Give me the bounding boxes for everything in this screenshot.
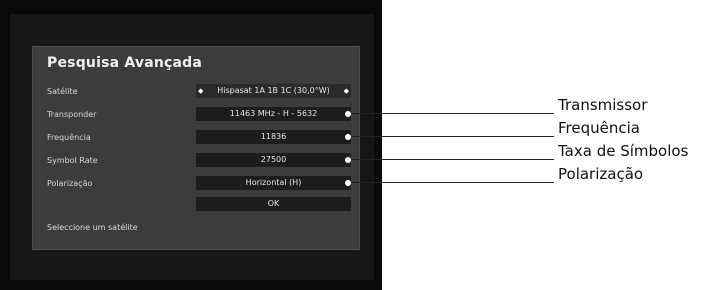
frequency-marker: [345, 134, 351, 140]
polarization-marker: [345, 180, 351, 186]
transponder-marker: [345, 111, 351, 117]
callout-frequencia: Frequência: [558, 119, 640, 137]
frequency-label: Frequência: [47, 133, 91, 142]
polarization-label: Polarização: [47, 179, 93, 188]
symbol-rate-marker: [345, 157, 351, 163]
hint-text: Seleccione um satélite: [47, 223, 138, 232]
leader-line-transmissor: [351, 113, 554, 114]
callout-transmissor: Transmissor: [558, 96, 648, 114]
leader-line-polarizacao: [351, 182, 554, 183]
callout-taxa-de-simbolos: Taxa de Símbolos: [558, 142, 689, 160]
polarization-field[interactable]: Horizontal (H): [196, 176, 351, 190]
satellite-selector[interactable]: ◆ Hispasat 1A 1B 1C (30,0°W) ◆: [196, 84, 351, 98]
leader-line-taxa: [351, 159, 554, 160]
frequency-field[interactable]: 11836: [196, 130, 351, 144]
symbol-rate-field[interactable]: 27500: [196, 153, 351, 167]
leader-line-frequencia: [351, 136, 554, 137]
transponder-field[interactable]: 11463 MHz - H - 5632: [196, 107, 351, 121]
tv-screen: Pesquisa Avançada Satélite ◆ Hispasat 1A…: [0, 0, 382, 290]
dialog-title: Pesquisa Avançada: [47, 55, 203, 71]
satellite-value: Hispasat 1A 1B 1C (30,0°W): [217, 86, 330, 95]
ok-button[interactable]: OK: [196, 197, 351, 211]
right-arrow-icon[interactable]: ◆: [344, 84, 349, 98]
symbol-rate-label: Symbol Rate: [47, 156, 98, 165]
transponder-label: Transponder: [47, 110, 97, 119]
advanced-search-dialog: Pesquisa Avançada Satélite ◆ Hispasat 1A…: [32, 46, 360, 250]
callout-polarizacao: Polarização: [558, 165, 644, 183]
satellite-label: Satélite: [47, 87, 78, 96]
left-arrow-icon[interactable]: ◆: [198, 84, 203, 98]
